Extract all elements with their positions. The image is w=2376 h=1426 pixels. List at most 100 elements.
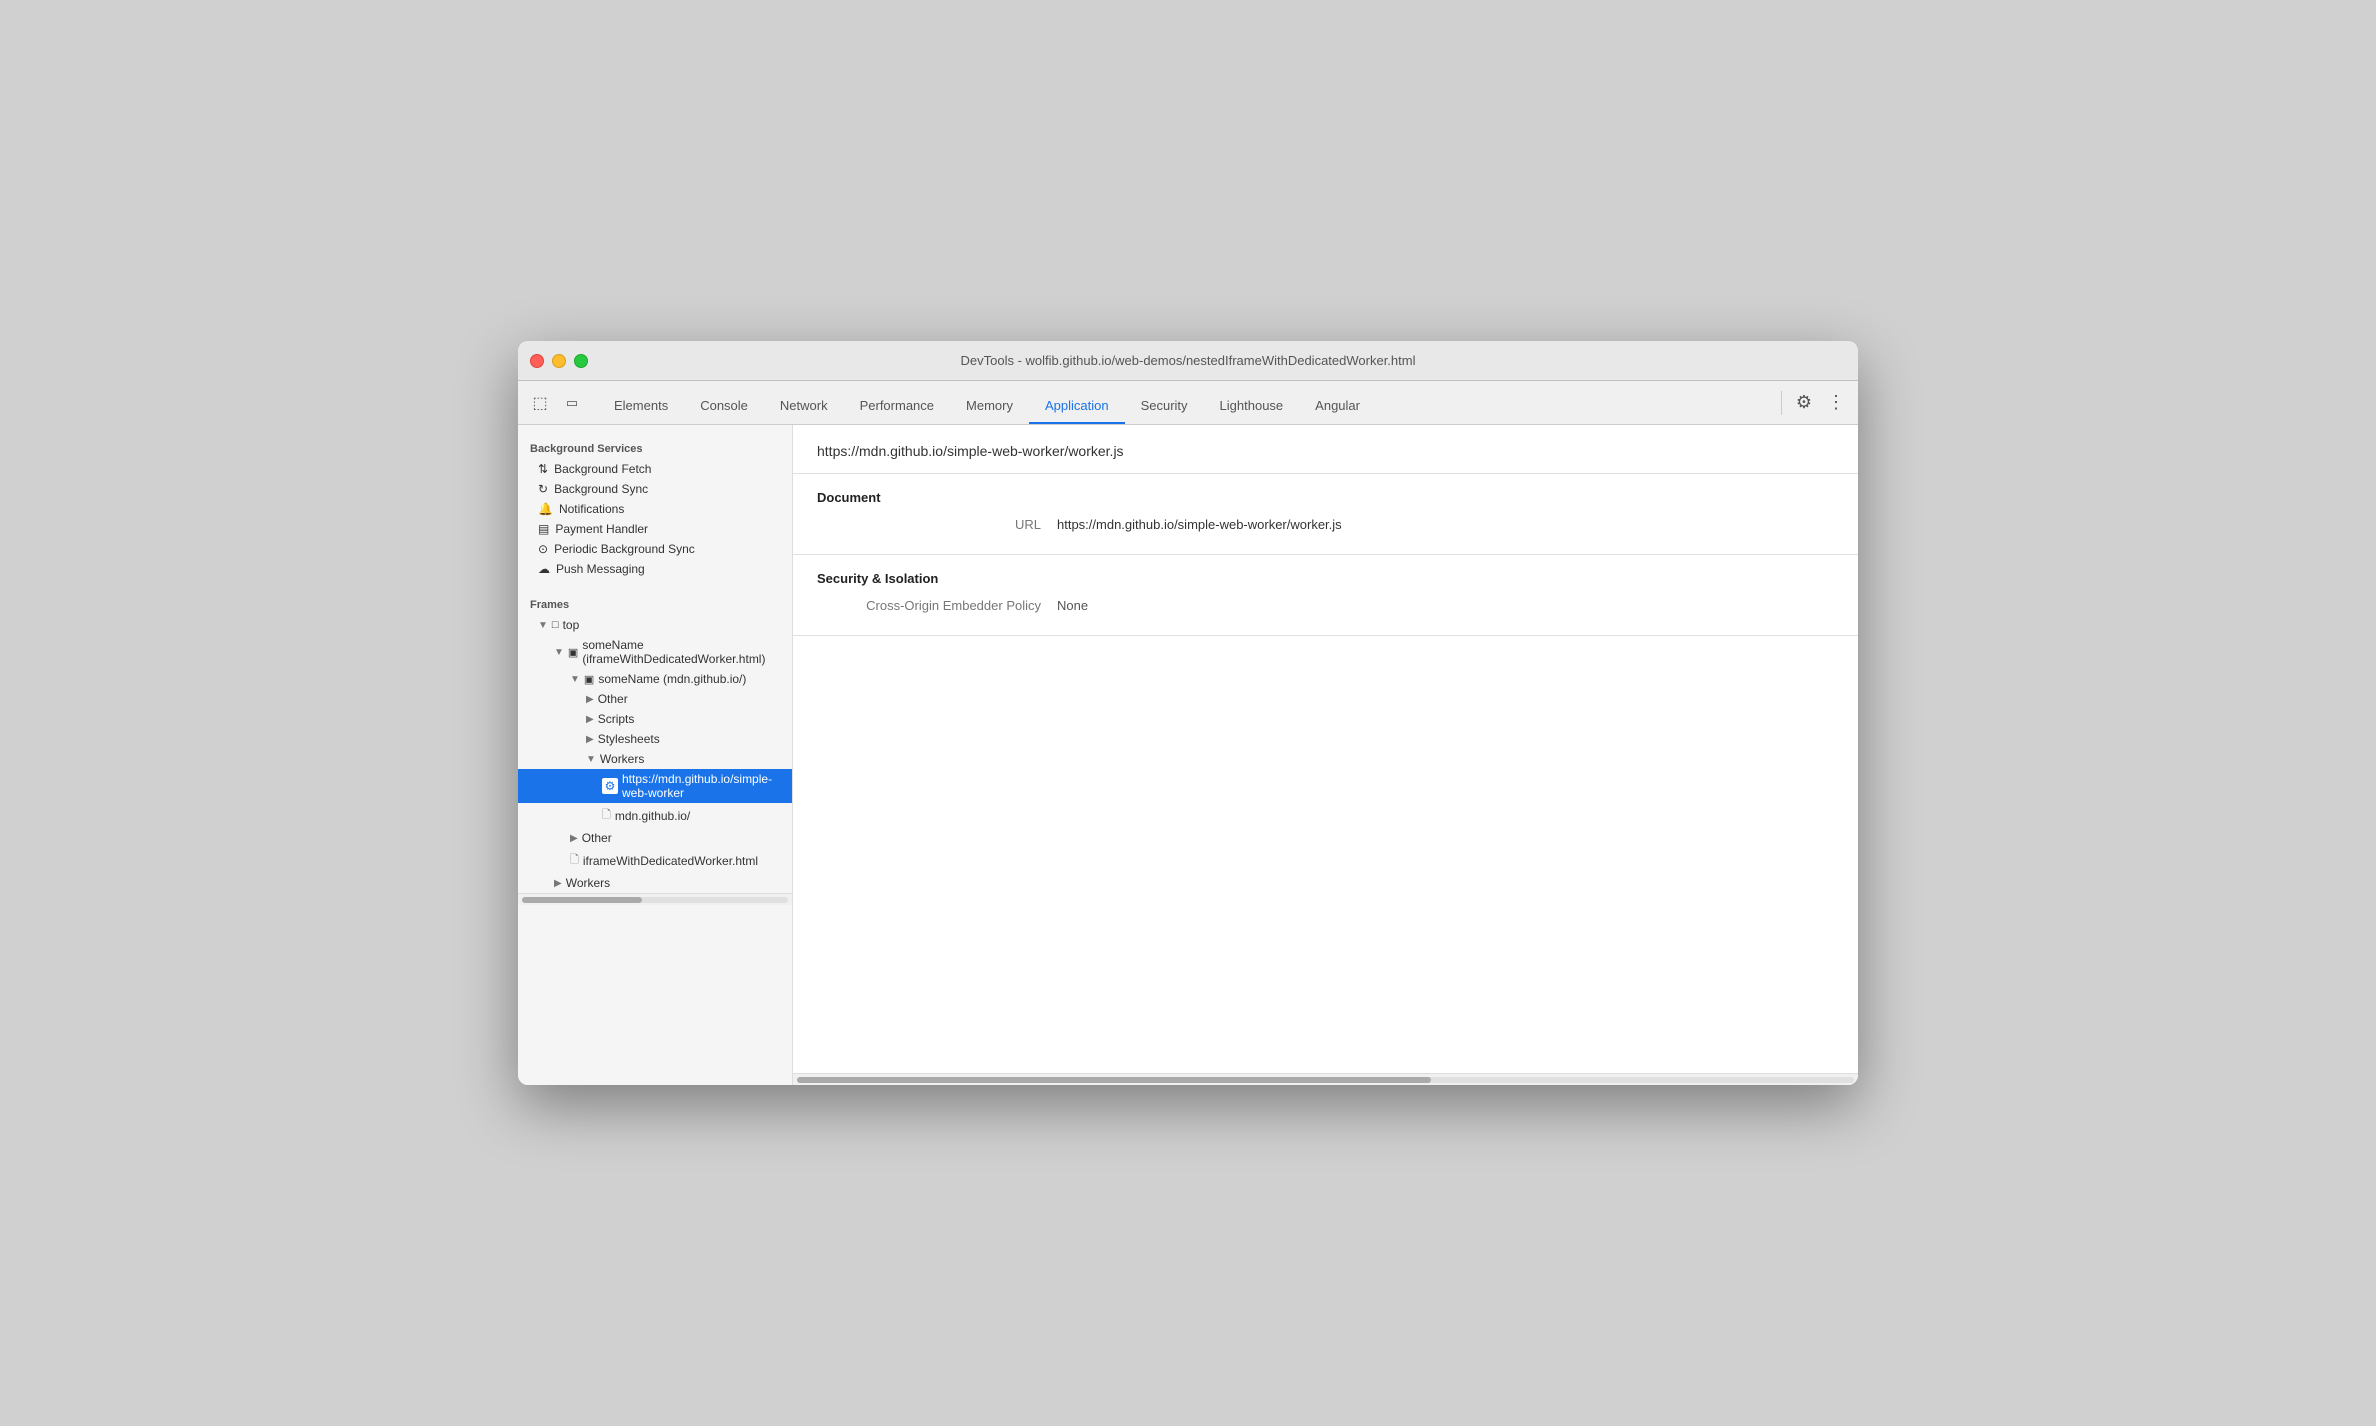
security-section-title: Security & Isolation [817, 571, 1834, 586]
file-icon: 🗋 [570, 851, 579, 870]
tree-item-label: someName (iframeWithDedicatedWorker.html… [582, 638, 780, 666]
sidebar-item-payment-handler[interactable]: ▤ Payment Handler [518, 519, 792, 539]
toolbar: ⬚ ▭ Elements Console Network Performance… [518, 381, 1858, 425]
tab-angular[interactable]: Angular [1299, 388, 1376, 424]
sidebar-item-label: Push Messaging [556, 562, 645, 576]
toolbar-icons: ⬚ ▭ [526, 389, 586, 417]
security-section: Security & Isolation Cross-Origin Embedd… [793, 555, 1858, 636]
minimize-button[interactable] [552, 354, 566, 368]
detail-scrollbar[interactable] [793, 1073, 1858, 1085]
sidebar-item-label: Payment Handler [555, 522, 648, 536]
sidebar-item-background-sync[interactable]: ↻ Background Sync [518, 479, 792, 499]
expand-arrow: ▶ [570, 833, 578, 844]
devtools-window: DevTools - wolfib.github.io/web-demos/ne… [518, 341, 1858, 1085]
toolbar-right: ⚙ ⋮ [1777, 389, 1850, 417]
tree-item-scripts[interactable]: ▶ Scripts [518, 709, 792, 729]
tree-item-somename-mdn[interactable]: ▼ ▣ someName (mdn.github.io/) [518, 669, 792, 689]
settings-button[interactable]: ⚙ [1790, 389, 1818, 417]
expand-arrow: ▶ [586, 734, 594, 745]
tree-item-other-1[interactable]: ▶ Other [518, 689, 792, 709]
window-title: DevTools - wolfib.github.io/web-demos/ne… [961, 353, 1416, 368]
tree-item-label: Workers [600, 752, 644, 766]
policy-value: None [1057, 598, 1834, 613]
url-label: URL [817, 517, 1057, 532]
tree-item-top[interactable]: ▼ □ top [518, 615, 792, 635]
tree-item-label: Other [598, 692, 628, 706]
tab-security[interactable]: Security [1125, 388, 1204, 424]
tree-item-label: someName (mdn.github.io/) [598, 672, 746, 686]
expand-arrow: ▶ [554, 878, 562, 889]
h-scrollbar-thumb [797, 1077, 1431, 1083]
tree-item-label: Stylesheets [598, 732, 660, 746]
sidebar-item-label: Background Fetch [554, 462, 651, 476]
detail-panel: https://mdn.github.io/simple-web-worker/… [793, 425, 1858, 1085]
folder-icon: □ [552, 619, 559, 631]
sidebar-scrollbar[interactable] [518, 893, 792, 905]
titlebar: DevTools - wolfib.github.io/web-demos/ne… [518, 341, 1858, 381]
tab-performance[interactable]: Performance [844, 388, 950, 424]
maximize-button[interactable] [574, 354, 588, 368]
url-value: https://mdn.github.io/simple-web-worker/… [1057, 517, 1834, 532]
tab-memory[interactable]: Memory [950, 388, 1029, 424]
sidebar-item-notifications[interactable]: 🔔 Notifications [518, 499, 792, 519]
expand-arrow: ▶ [586, 714, 594, 725]
tree-item-label: Workers [566, 876, 610, 890]
inspect-icon[interactable]: ⬚ [526, 389, 554, 417]
tree-item-iframe-file[interactable]: 🗋 iframeWithDedicatedWorker.html [518, 848, 792, 873]
periodic-sync-icon: ⊙ [538, 542, 548, 556]
tree-item-workers[interactable]: ▼ Workers [518, 749, 792, 769]
tab-elements[interactable]: Elements [598, 388, 684, 424]
frame-icon: ▣ [568, 646, 578, 659]
tree-item-mdn-github[interactable]: 🗋 mdn.github.io/ [518, 803, 792, 828]
push-messaging-icon: ☁ [538, 562, 550, 576]
payment-handler-icon: ▤ [538, 522, 549, 536]
tree-item-label: top [563, 618, 580, 632]
close-button[interactable] [530, 354, 544, 368]
tree-item-label: mdn.github.io/ [615, 809, 690, 823]
expand-arrow: ▼ [554, 647, 564, 658]
notifications-icon: 🔔 [538, 502, 553, 516]
tab-network[interactable]: Network [764, 388, 844, 424]
sidebar-item-label: Background Sync [554, 482, 648, 496]
sidebar-item-push-messaging[interactable]: ☁ Push Messaging [518, 559, 792, 579]
sidebar-item-background-fetch[interactable]: ⇅ Background Fetch [518, 459, 792, 479]
document-section: Document URL https://mdn.github.io/simpl… [793, 474, 1858, 555]
background-services-header: Background Services [518, 433, 792, 459]
tree-item-label: https://mdn.github.io/simple-web-worker [622, 772, 780, 800]
main-content: Background Services ⇅ Background Fetch ↻… [518, 425, 1858, 1085]
tree-item-other-2[interactable]: ▶ Other [518, 828, 792, 848]
document-section-title: Document [817, 490, 1834, 505]
tree-item-workers-top[interactable]: ▶ Workers [518, 873, 792, 893]
device-icon[interactable]: ▭ [558, 389, 586, 417]
tree-item-label: iframeWithDedicatedWorker.html [583, 854, 758, 868]
frames-header: Frames [518, 589, 792, 615]
sidebar: Background Services ⇅ Background Fetch ↻… [518, 425, 793, 1085]
tab-console[interactable]: Console [684, 388, 764, 424]
tab-application[interactable]: Application [1029, 388, 1125, 424]
tab-bar: Elements Console Network Performance Mem… [598, 381, 1777, 424]
expand-arrow: ▶ [586, 694, 594, 705]
tab-lighthouse[interactable]: Lighthouse [1204, 388, 1300, 424]
background-fetch-icon: ⇅ [538, 462, 548, 476]
tree-item-stylesheets[interactable]: ▶ Stylesheets [518, 729, 792, 749]
more-button[interactable]: ⋮ [1822, 389, 1850, 417]
toolbar-divider [1781, 391, 1782, 415]
scrollbar-track [522, 897, 788, 903]
sidebar-item-label: Notifications [559, 502, 624, 516]
tree-item-somename-iframe[interactable]: ▼ ▣ someName (iframeWithDedicatedWorker.… [518, 635, 792, 669]
detail-url: https://mdn.github.io/simple-web-worker/… [793, 425, 1858, 474]
expand-arrow: ▼ [538, 620, 548, 631]
h-scrollbar-track [797, 1077, 1854, 1083]
sidebar-item-periodic-sync[interactable]: ⊙ Periodic Background Sync [518, 539, 792, 559]
background-sync-icon: ↻ [538, 482, 548, 496]
file-icon: 🗋 [602, 806, 611, 825]
policy-label: Cross-Origin Embedder Policy [817, 598, 1057, 613]
expand-arrow: ▼ [570, 674, 580, 685]
sidebar-item-label: Periodic Background Sync [554, 542, 695, 556]
worker-gear-icon: ⚙ [602, 778, 618, 794]
frame-icon: ▣ [584, 673, 594, 686]
tree-item-worker-url[interactable]: ⚙ https://mdn.github.io/simple-web-worke… [518, 769, 792, 803]
policy-row: Cross-Origin Embedder Policy None [817, 598, 1834, 613]
document-url-row: URL https://mdn.github.io/simple-web-wor… [817, 517, 1834, 532]
tree-item-label: Other [582, 831, 612, 845]
